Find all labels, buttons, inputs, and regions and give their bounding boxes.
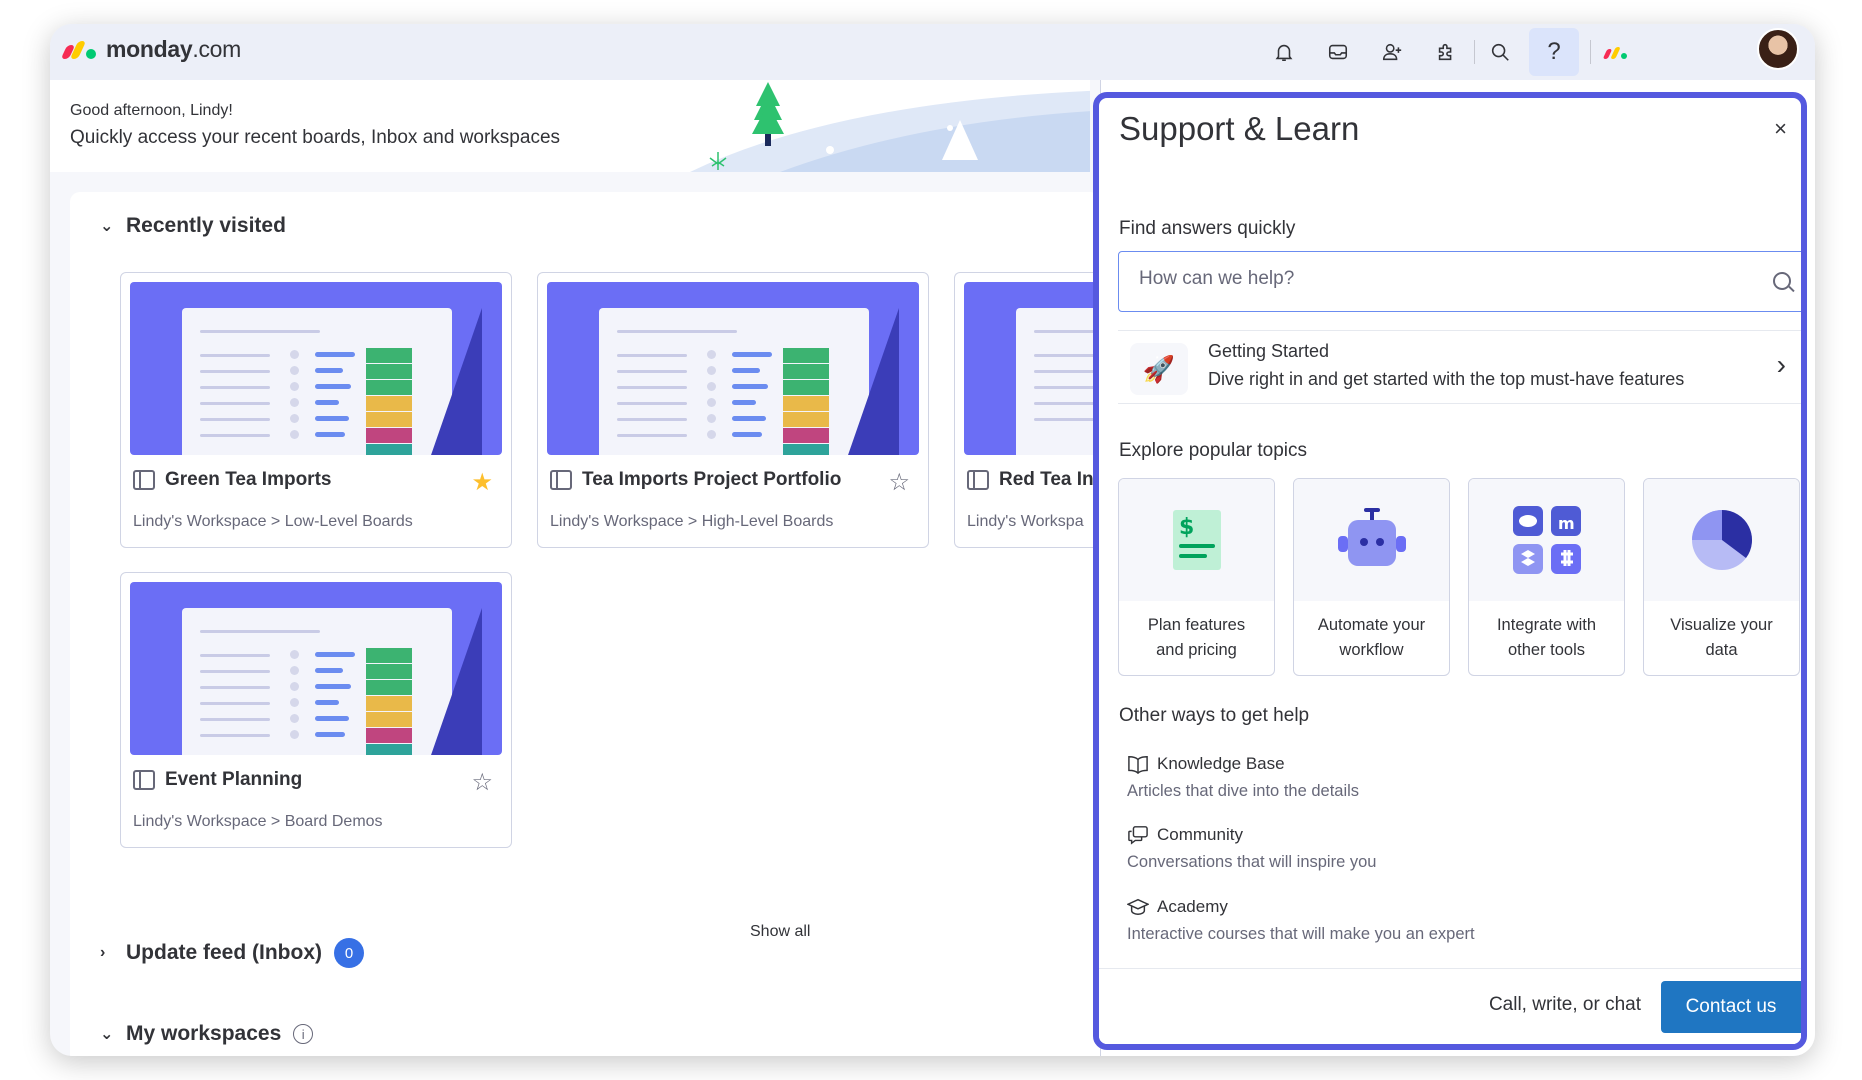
- help-item-title: Knowledge Base: [1157, 754, 1285, 773]
- robot-icon: [1294, 479, 1449, 601]
- star-icon[interactable]: ☆: [471, 768, 493, 797]
- community-icon: [1128, 826, 1148, 845]
- chevron-down-icon: ⌄: [100, 218, 114, 235]
- inbox-count-badge: 0: [334, 938, 365, 968]
- inbox-icon[interactable]: [1322, 36, 1354, 68]
- help-item-community[interactable]: Community Conversations that will inspir…: [1127, 825, 1376, 872]
- home-content: ⌄ Recently visited Green Tea Imports Lin…: [70, 192, 1114, 1056]
- search-icon[interactable]: [1484, 36, 1516, 68]
- topic-label: Plan features and pricing: [1147, 616, 1246, 659]
- panel-title: Support & Learn: [1119, 110, 1360, 147]
- help-search-box[interactable]: [1118, 251, 1801, 312]
- help-item-desc: Conversations that will inspire you: [1127, 853, 1377, 871]
- avatar[interactable]: [1757, 28, 1799, 70]
- board-path: Lindy's Workspa: [967, 513, 1084, 530]
- topic-automate-workflow[interactable]: Automate your workflow: [1293, 478, 1450, 676]
- star-icon[interactable]: ★: [471, 468, 493, 497]
- board-name[interactable]: Green Tea Imports: [133, 469, 331, 491]
- panel-footer: Call, write, or chat Contact us: [1099, 968, 1801, 1044]
- greeting-banner: Good afternoon, Lindy! Quickly access yo…: [50, 80, 1090, 172]
- getting-started-title: Getting Started: [1208, 341, 1330, 361]
- board-path: Lindy's Workspace > High-Level Boards: [550, 513, 834, 530]
- integrations-icon: m: [1469, 479, 1624, 601]
- board-name[interactable]: Event Planning: [133, 769, 302, 791]
- monday-logo[interactable]: monday.com: [60, 36, 242, 63]
- rocket-icon: 🚀: [1130, 343, 1188, 395]
- board-icon: [133, 470, 155, 490]
- board-thumbnail: [964, 282, 1114, 455]
- topic-label: Integrate with other tools: [1496, 616, 1597, 659]
- chevron-right-icon: ›: [100, 944, 106, 961]
- recently-visited-header[interactable]: ⌄ Recently visited: [100, 214, 286, 238]
- board-thumbnail: [547, 282, 919, 455]
- getting-started-desc: Dive right in and get started with the t…: [1208, 369, 1685, 389]
- svg-text:$: $: [1179, 515, 1194, 540]
- help-item-title: Community: [1157, 825, 1243, 844]
- search-icon[interactable]: [1773, 272, 1791, 290]
- winter-illustration: [690, 82, 1090, 172]
- my-workspaces-header[interactable]: ⌄ My workspaces i: [100, 1022, 314, 1046]
- help-item-academy[interactable]: Academy Interactive courses that will ma…: [1127, 897, 1475, 944]
- svg-text:m: m: [1558, 514, 1575, 533]
- info-icon[interactable]: i: [293, 1024, 314, 1044]
- footer-text: Call, write, or chat: [1488, 994, 1641, 1015]
- help-item-desc: Articles that dive into the details: [1127, 782, 1360, 800]
- top-bar: monday.com ?: [50, 24, 1815, 80]
- show-all-link[interactable]: Show all: [750, 923, 810, 941]
- board-icon: [133, 770, 155, 790]
- topic-integrate-tools[interactable]: m Integrate with other tools: [1468, 478, 1625, 676]
- support-learn-panel: Support & Learn × Find answers quickly 🚀…: [1093, 92, 1807, 1050]
- star-icon[interactable]: ☆: [888, 468, 910, 497]
- graduation-cap-icon: [1127, 898, 1149, 916]
- help-glyph: ?: [1547, 38, 1561, 65]
- find-answers-label: Find answers quickly: [1119, 218, 1296, 239]
- topic-label: Visualize your data: [1670, 616, 1773, 659]
- board-thumbnail: [130, 582, 502, 755]
- pie-chart-icon: [1644, 479, 1799, 601]
- logo-text: monday.com: [106, 36, 242, 62]
- other-ways-label: Other ways to get help: [1119, 705, 1310, 726]
- contact-us-button[interactable]: Contact us: [1661, 981, 1801, 1033]
- section-title: Recently visited: [126, 214, 286, 237]
- board-icon: [550, 470, 572, 490]
- section-title: My workspaces: [126, 1022, 282, 1045]
- close-icon[interactable]: ×: [1774, 116, 1787, 142]
- board-name[interactable]: Tea Imports Project Portfolio: [550, 469, 841, 491]
- board-thumbnail: [130, 282, 502, 455]
- help-item-knowledge-base[interactable]: Knowledge Base Articles that dive into t…: [1127, 754, 1359, 801]
- section-title: Update feed (Inbox): [126, 941, 323, 964]
- topic-plan-features[interactable]: $ Plan features and pricing: [1118, 478, 1275, 676]
- greeting-subtitle: Quickly access your recent boards, Inbox…: [70, 127, 561, 148]
- invite-members-icon[interactable]: [1376, 36, 1408, 68]
- greeting-text: Good afternoon, Lindy!: [70, 102, 233, 119]
- chevron-down-icon: ⌄: [100, 1026, 114, 1043]
- help-icon[interactable]: ?: [1529, 28, 1579, 76]
- board-path: Lindy's Workspace > Low-Level Boards: [133, 513, 413, 530]
- bell-icon[interactable]: [1268, 36, 1300, 68]
- board-card-red-tea[interactable]: Red Tea In Lindy's Workspa: [954, 272, 1114, 548]
- explore-topics-label: Explore popular topics: [1119, 440, 1307, 461]
- logo-mark-icon: [60, 39, 98, 61]
- help-search-input[interactable]: [1139, 268, 1729, 290]
- board-card-green-tea-imports[interactable]: Green Tea Imports Lindy's Workspace > Lo…: [120, 272, 512, 548]
- apps-icon[interactable]: [1430, 36, 1462, 68]
- board-name[interactable]: Red Tea In: [967, 469, 1094, 491]
- monday-logo-icon[interactable]: [1601, 36, 1633, 68]
- topic-label: Automate your workflow: [1317, 616, 1426, 659]
- help-item-desc: Interactive courses that will make you a…: [1127, 925, 1475, 943]
- help-item-title: Academy: [1157, 897, 1228, 916]
- board-path: Lindy's Workspace > Board Demos: [133, 813, 383, 830]
- board-card-tea-imports-portfolio[interactable]: Tea Imports Project Portfolio Lindy's Wo…: [537, 272, 929, 548]
- toolbar-divider: [1590, 40, 1591, 64]
- getting-started-row[interactable]: 🚀 Getting Started Dive right in and get …: [1118, 330, 1801, 404]
- book-icon: [1128, 755, 1148, 774]
- update-feed-header[interactable]: › Update feed (Inbox) 0: [100, 938, 365, 968]
- board-icon: [967, 470, 989, 490]
- board-card-event-planning[interactable]: Event Planning Lindy's Workspace > Board…: [120, 572, 512, 848]
- toolbar-divider: [1474, 40, 1475, 64]
- topic-visualize-data[interactable]: Visualize your data: [1643, 478, 1800, 676]
- chevron-right-icon: ›: [1776, 349, 1786, 380]
- pricing-icon: $: [1119, 479, 1274, 601]
